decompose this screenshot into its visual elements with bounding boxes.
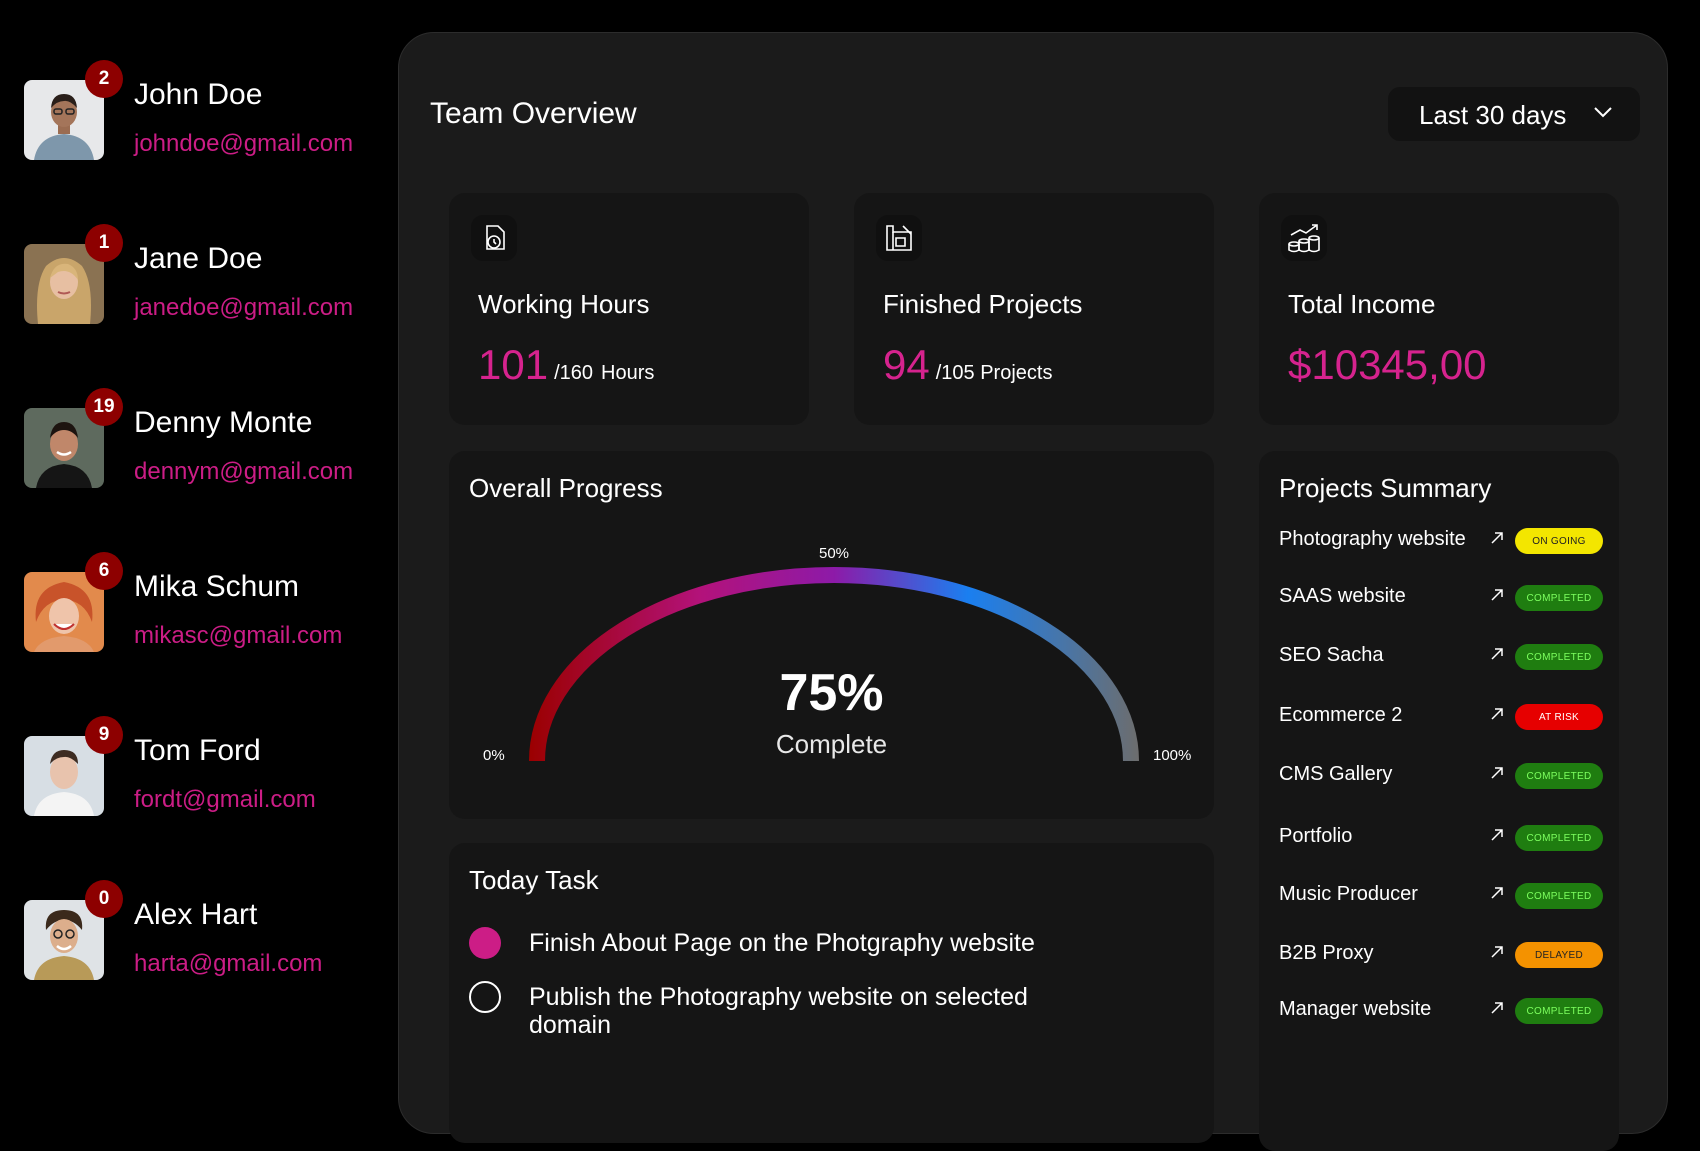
stat-value: 94/105 Projects bbox=[883, 341, 1052, 389]
progress-gauge bbox=[529, 567, 1139, 762]
finished-projects-card: Finished Projects 94/105 Projects bbox=[854, 193, 1214, 425]
notification-badge: 1 bbox=[85, 224, 123, 262]
stat-value: $10345,00 bbox=[1288, 341, 1487, 389]
task-item[interactable]: Publish the Photography website on selec… bbox=[469, 977, 1089, 1039]
date-range-select[interactable]: Last 30 days bbox=[1388, 87, 1640, 141]
arrow-up-right-icon[interactable] bbox=[1489, 944, 1505, 965]
coins-growth-icon bbox=[1281, 215, 1327, 261]
project-row[interactable]: B2B Proxy DELAYED bbox=[1279, 940, 1603, 970]
status-badge: AT RISK bbox=[1515, 704, 1603, 730]
project-name: SEO Sacha bbox=[1279, 644, 1384, 666]
notification-badge: 6 bbox=[85, 552, 123, 590]
task-text: Publish the Photography website on selec… bbox=[529, 983, 1028, 1039]
member-email[interactable]: mikasc@gmail.com bbox=[134, 622, 342, 650]
stat-number: $10345,00 bbox=[1288, 341, 1487, 388]
status-badge: COMPLETED bbox=[1515, 883, 1603, 909]
working-hours-card: Working Hours 101/160 Hours bbox=[449, 193, 809, 425]
project-name: CMS Gallery bbox=[1279, 763, 1393, 785]
member-card[interactable]: 6 Mika Schum mikasc@gmail.com bbox=[24, 552, 364, 682]
arrow-up-right-icon[interactable] bbox=[1489, 827, 1505, 848]
status-badge: COMPLETED bbox=[1515, 825, 1603, 851]
project-name: Photography website bbox=[1279, 528, 1466, 550]
stat-title: Total Income bbox=[1288, 289, 1436, 319]
stat-number: 101 bbox=[478, 341, 549, 388]
status-badge: DELAYED bbox=[1515, 942, 1603, 968]
member-card[interactable]: 1 Jane Doe janedoe@gmail.com bbox=[24, 224, 364, 354]
project-name: SAAS website bbox=[1279, 585, 1406, 607]
project-name: Music Producer bbox=[1279, 883, 1418, 905]
project-name: Manager website bbox=[1279, 998, 1432, 1020]
arrow-up-right-icon[interactable] bbox=[1489, 530, 1505, 551]
project-name: Portfolio bbox=[1279, 825, 1353, 847]
project-row[interactable]: CMS Gallery COMPLETED bbox=[1279, 761, 1603, 791]
stat-title: Finished Projects bbox=[883, 289, 1083, 319]
member-card[interactable]: 19 Denny Monte dennym@gmail.com bbox=[24, 388, 364, 518]
project-name: B2B Proxy bbox=[1279, 942, 1374, 964]
project-row[interactable]: Ecommerce 2 AT RISK bbox=[1279, 702, 1603, 732]
member-name: Jane Doe bbox=[134, 242, 263, 275]
progress-label: Complete bbox=[775, 729, 888, 759]
gauge-mid-label: 50% bbox=[819, 545, 850, 562]
progress-percent: 75% bbox=[779, 664, 884, 722]
team-overview-panel: Team Overview Last 30 days Working Hours… bbox=[398, 32, 1668, 1151]
task-text: Finish About Page on the Photgraphy webs… bbox=[529, 929, 1035, 957]
status-badge: COMPLETED bbox=[1515, 644, 1603, 670]
member-email[interactable]: janedoe@gmail.com bbox=[134, 294, 353, 322]
task-checkbox[interactable] bbox=[469, 981, 501, 1013]
project-row[interactable]: Photography website ON GOING bbox=[1279, 526, 1603, 556]
status-badge: COMPLETED bbox=[1515, 998, 1603, 1024]
clock-document-icon bbox=[471, 215, 517, 261]
member-card[interactable]: 0 Alex Hart harta@gmail.com bbox=[24, 880, 364, 1010]
member-name: John Doe bbox=[134, 78, 263, 111]
overall-progress-card: Overall Progress 0% 50% 100% 75% Complet… bbox=[449, 451, 1214, 819]
stat-number: 94 bbox=[883, 341, 930, 388]
notification-badge: 9 bbox=[85, 716, 123, 754]
member-card[interactable]: 9 Tom Ford fordt@gmail.com bbox=[24, 716, 364, 846]
section-title: Today Task bbox=[469, 865, 599, 895]
section-title: Projects Summary bbox=[1279, 473, 1492, 503]
member-email[interactable]: fordt@gmail.com bbox=[134, 786, 316, 814]
stat-total: /160 bbox=[554, 362, 594, 384]
member-name: Mika Schum bbox=[134, 570, 300, 603]
member-email[interactable]: harta@gmail.com bbox=[134, 950, 322, 978]
member-name: Tom Ford bbox=[134, 734, 261, 767]
arrow-up-right-icon[interactable] bbox=[1489, 1000, 1505, 1021]
member-name: Denny Monte bbox=[134, 406, 313, 439]
project-row[interactable]: Music Producer COMPLETED bbox=[1279, 881, 1603, 911]
member-email[interactable]: johndoe@gmail.com bbox=[134, 130, 353, 158]
projects-summary-card: Projects Summary Photography website ON G… bbox=[1259, 451, 1619, 1151]
date-range-label: Last 30 days bbox=[1419, 100, 1567, 130]
stat-value: 101/160 Hours bbox=[478, 341, 654, 389]
notification-badge: 2 bbox=[85, 60, 123, 98]
notification-badge: 19 bbox=[85, 388, 123, 426]
arrow-up-right-icon[interactable] bbox=[1489, 765, 1505, 786]
project-name: Ecommerce 2 bbox=[1279, 704, 1403, 726]
total-income-card: Total Income $10345,00 bbox=[1259, 193, 1619, 425]
arrow-up-right-icon[interactable] bbox=[1489, 646, 1505, 667]
stat-total: /105 Projects bbox=[935, 362, 1053, 384]
arrow-up-right-icon[interactable] bbox=[1489, 587, 1505, 608]
project-row[interactable]: Portfolio COMPLETED bbox=[1279, 823, 1603, 853]
arrow-up-right-icon[interactable] bbox=[1489, 885, 1505, 906]
project-row[interactable]: SEO Sacha COMPLETED bbox=[1279, 642, 1603, 672]
page-title: Team Overview bbox=[430, 97, 637, 130]
status-badge: COMPLETED bbox=[1515, 763, 1603, 789]
status-badge: COMPLETED bbox=[1515, 585, 1603, 611]
status-badge: ON GOING bbox=[1515, 528, 1603, 554]
member-name: Alex Hart bbox=[134, 898, 258, 931]
project-row[interactable]: SAAS website COMPLETED bbox=[1279, 583, 1603, 613]
member-email[interactable]: dennym@gmail.com bbox=[134, 458, 353, 486]
chevron-down-icon bbox=[1594, 105, 1612, 123]
task-item[interactable]: Finish About Page on the Photgraphy webs… bbox=[469, 923, 1089, 963]
notification-badge: 0 bbox=[85, 880, 123, 918]
task-checkbox-done[interactable] bbox=[469, 927, 501, 959]
arrow-up-right-icon[interactable] bbox=[1489, 706, 1505, 727]
project-row[interactable]: Manager website COMPLETED bbox=[1279, 996, 1603, 1026]
today-task-card: Today Task Finish About Page on the Phot… bbox=[449, 843, 1214, 1143]
blueprint-icon bbox=[876, 215, 922, 261]
stat-unit: Hours bbox=[601, 362, 655, 384]
stat-title: Working Hours bbox=[478, 289, 650, 319]
member-card[interactable]: 2 John Doe johndoe@gmail.com bbox=[24, 60, 364, 190]
